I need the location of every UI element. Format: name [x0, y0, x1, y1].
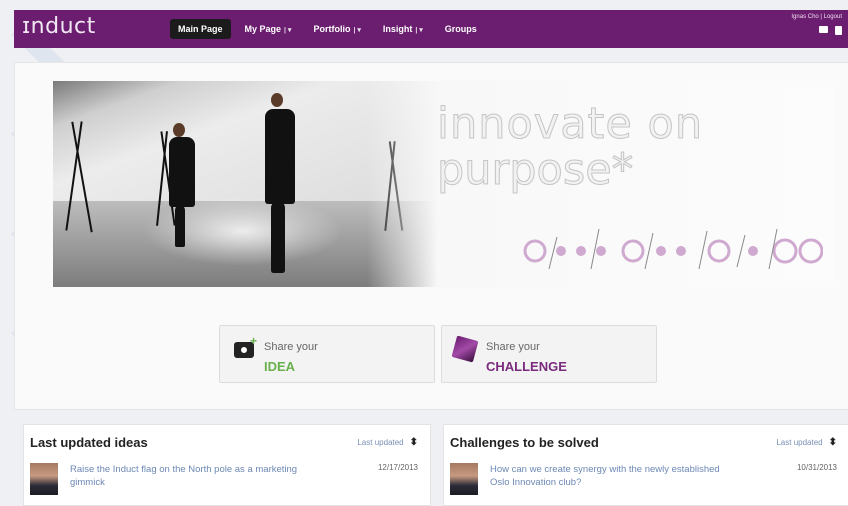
nav-insight[interactable]: Insight | ▾ [375, 19, 431, 39]
chevron-down-icon: | ▾ [284, 27, 292, 34]
last-updated-ideas-panel: Last updated ideas Last updated ⬍ Raise t… [23, 424, 431, 506]
sort-arrows-icon: ⬍ [828, 437, 837, 448]
share-idea-line1: Share your [264, 341, 318, 353]
nav-my-page-label: My Page [244, 24, 282, 34]
share-challenge-button[interactable]: Share your CHALLENGE [441, 325, 657, 383]
nav-my-page[interactable]: My Page | ▾ [237, 19, 300, 39]
person-silhouette [265, 109, 295, 204]
document-icon[interactable] [835, 26, 842, 35]
user-logout-link[interactable]: Ignas Cho | Logout [791, 14, 842, 20]
top-icons [791, 26, 842, 35]
sort-label: Last updated [776, 438, 823, 447]
share-idea-line2: IDEA [264, 359, 296, 374]
tagline-line2: purpose* [436, 145, 634, 196]
challenge-link[interactable]: How can we create synergy with the newly… [490, 463, 735, 489]
idea-date: 12/17/2013 [377, 463, 418, 472]
chevron-down-icon: | ▾ [353, 27, 361, 34]
hero-banner: innovate on purpose* [53, 81, 833, 287]
person-head [173, 123, 185, 137]
chevron-down-icon: | ▾ [415, 27, 423, 34]
tagline-line1: innovate on [437, 99, 704, 149]
share-challenge-line1: Share your [486, 341, 540, 353]
share-challenge-line2: CHALLENGE [486, 359, 567, 374]
challenge-date: 10/31/2013 [796, 463, 837, 472]
nav-insight-label: Insight [382, 24, 413, 34]
sort-label: Last updated [357, 438, 404, 447]
person-legs [175, 205, 185, 247]
person-head [271, 93, 283, 107]
idea-link[interactable]: Raise the Induct flag on the North pole … [70, 463, 315, 489]
nav-main-page-label: Main Page [178, 24, 223, 34]
puzzle-cube-icon [451, 335, 479, 363]
induct-logo[interactable]: ɪnduct [22, 14, 96, 39]
bubble-chain-graphic [523, 229, 823, 269]
user-area: Ignas Cho | Logout [791, 14, 842, 35]
top-navigation-bar: ɪnduct Main Page My Page | ▾ Portfolio | ▾… [14, 10, 848, 48]
panel-title: Last updated ideas [30, 435, 148, 450]
nav-main-page[interactable]: Main Page [170, 19, 231, 39]
sort-arrows-icon: ⬍ [409, 437, 418, 448]
mail-icon[interactable] [819, 26, 828, 33]
hero-photo [53, 81, 437, 287]
sort-control[interactable]: Last updated ⬍ [776, 437, 837, 448]
main-nav: Main Page My Page | ▾ Portfolio | ▾ Insigh… [170, 19, 485, 39]
panel-title: Challenges to be solved [450, 435, 599, 450]
sort-control[interactable]: Last updated ⬍ [357, 437, 418, 448]
main-content-panel: innovate on purpose* + Share your IDEA S… [14, 62, 848, 410]
plus-icon: + [250, 334, 258, 348]
person-legs [271, 201, 285, 273]
nav-portfolio-label: Portfolio [313, 24, 351, 34]
nav-portfolio[interactable]: Portfolio | ▾ [305, 19, 368, 39]
nav-groups-label: Groups [444, 24, 477, 34]
share-idea-button[interactable]: + Share your IDEA [219, 325, 435, 383]
person-silhouette [169, 137, 195, 207]
challenges-panel: Challenges to be solved Last updated ⬍ Ho… [443, 424, 848, 506]
photo-fade [367, 81, 437, 287]
avatar [450, 463, 478, 495]
avatar [30, 463, 58, 495]
nav-groups[interactable]: Groups [437, 19, 485, 39]
